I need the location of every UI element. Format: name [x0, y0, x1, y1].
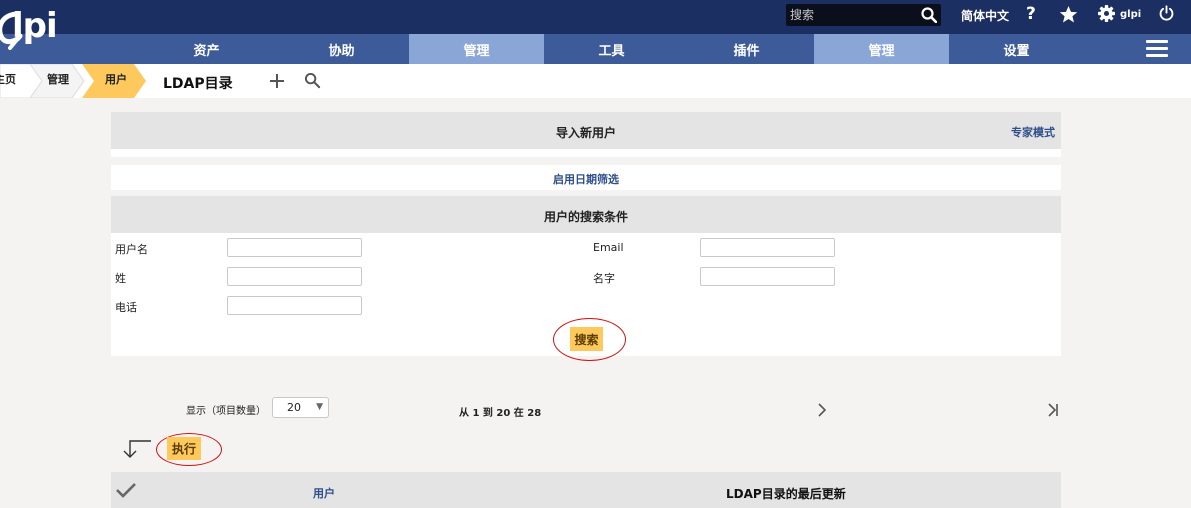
email-label: Email	[593, 241, 624, 254]
email-field[interactable]	[700, 238, 835, 257]
items-per-page-label: 显示（项目数量）	[186, 406, 266, 417]
import-title: 导入新用户	[555, 126, 616, 140]
menu-management[interactable]: 管理	[409, 34, 544, 64]
next-page-icon[interactable]	[815, 402, 829, 418]
date-filter-row: 启用日期筛选	[111, 165, 1061, 190]
search-criteria-title: 用户的搜索条件	[543, 210, 628, 224]
breadcrumb: 主页 管理 用户 LDAP目录	[0, 64, 1191, 98]
menu-assets[interactable]: 资产	[139, 34, 274, 64]
username-field[interactable]	[227, 238, 362, 257]
glpi-logo[interactable]: lpi	[0, 0, 76, 60]
main-menu: 资产 协助 管理 工具 插件 管理 设置	[0, 34, 1191, 64]
column-user[interactable]: 用户	[313, 485, 335, 501]
items-per-page-value: 20	[287, 401, 301, 414]
menu-tools[interactable]: 工具	[544, 34, 679, 64]
results-table-header: 用户 LDAP目录的最后更新	[111, 472, 1061, 508]
gear-icon[interactable]	[1098, 5, 1118, 25]
chevron-down-icon: ▼	[316, 402, 323, 412]
breadcrumb-home[interactable]: 主页	[0, 64, 16, 98]
phone-field[interactable]	[227, 296, 362, 315]
page-title: LDAP目录	[163, 76, 233, 92]
menu-setup[interactable]: 设置	[949, 34, 1084, 64]
power-icon[interactable]	[1158, 5, 1178, 25]
surname-field[interactable]	[227, 267, 362, 286]
execute-button[interactable]: 执行	[167, 437, 201, 460]
firstname-label: 名字	[593, 272, 615, 285]
expert-mode-link[interactable]: 专家模式	[1011, 124, 1055, 140]
surname-label: 姓	[115, 272, 126, 285]
search-criteria-header: 用户的搜索条件	[111, 196, 1061, 233]
bulk-action-arrow-icon	[121, 438, 155, 460]
hamburger-menu-icon[interactable]	[1146, 40, 1168, 58]
pager-range: 从 1 到 20 在 28	[459, 408, 542, 419]
column-ldap-last-update: LDAP目录的最后更新	[726, 487, 846, 501]
username-label: 用户名	[115, 243, 148, 256]
date-filter-link[interactable]: 启用日期筛选	[111, 171, 1061, 187]
search-list-icon[interactable]	[304, 72, 322, 90]
checkmark-icon[interactable]	[115, 481, 137, 499]
last-page-icon[interactable]	[1046, 402, 1060, 418]
search-button[interactable]: 搜索	[570, 327, 603, 351]
menu-assistance[interactable]: 协助	[274, 34, 409, 64]
panel-spacer	[111, 149, 1061, 157]
breadcrumb-users[interactable]: 用户	[105, 64, 127, 98]
phone-label: 电话	[115, 301, 137, 314]
star-icon[interactable]	[1059, 5, 1079, 25]
search-icon[interactable]	[921, 7, 937, 23]
global-search	[786, 4, 941, 26]
top-bar: lpi 简体中文 ? glpi	[0, 0, 1191, 50]
user-menu[interactable]: glpi	[1120, 9, 1141, 20]
language-selector[interactable]: 简体中文	[961, 7, 1009, 24]
menu-plugins[interactable]: 插件	[679, 34, 814, 64]
menu-administration[interactable]: 管理	[814, 34, 949, 64]
breadcrumb-admin[interactable]: 管理	[47, 64, 69, 98]
firstname-field[interactable]	[700, 267, 835, 286]
global-search-input[interactable]	[788, 6, 918, 24]
search-criteria-form: 用户名 Email 姓 名字 电话 搜索	[111, 233, 1061, 361]
help-icon[interactable]: ?	[1026, 4, 1036, 24]
import-panel-header: 导入新用户 专家模式	[111, 112, 1061, 149]
add-icon[interactable]	[268, 72, 286, 90]
items-per-page-select[interactable]: 20 ▼	[272, 397, 329, 418]
logo-text: lpi	[12, 6, 58, 46]
